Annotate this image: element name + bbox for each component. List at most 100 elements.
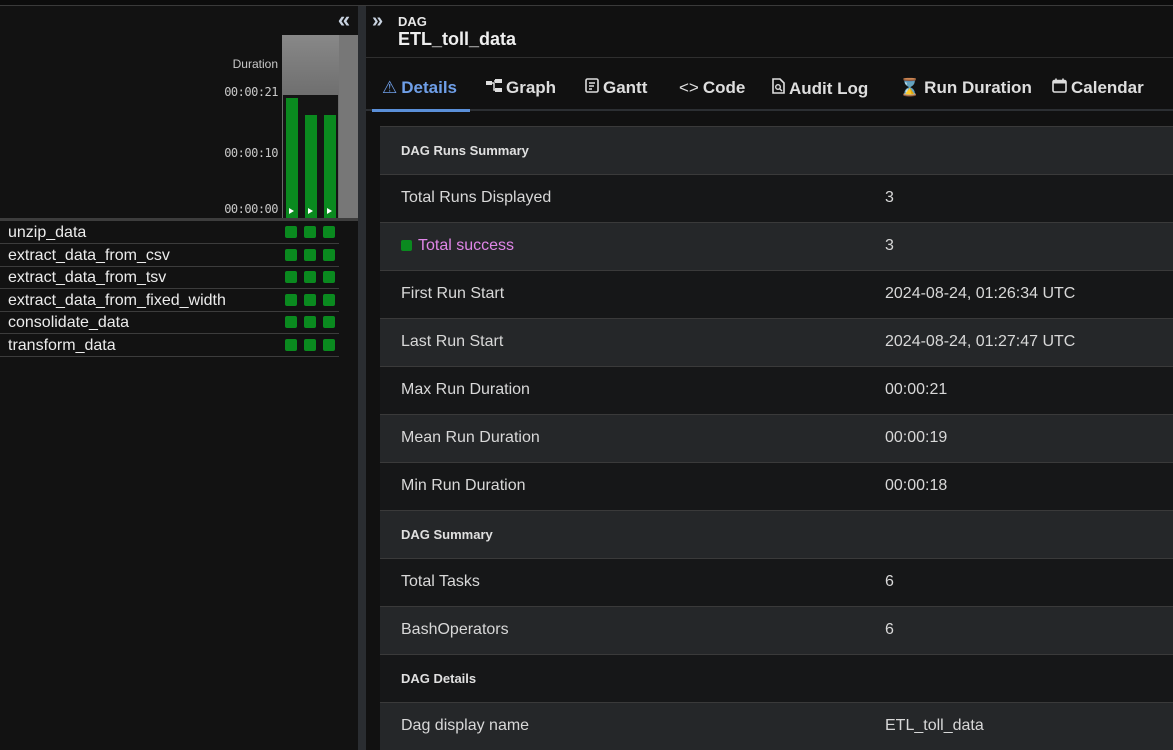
task-row[interactable]: extract_data_from_fixed_width bbox=[0, 290, 339, 312]
task-instance-status[interactable] bbox=[304, 271, 316, 283]
code-icon: <> bbox=[679, 78, 699, 97]
table-row: Last Run Start 2024-08-24, 01:27:47 UTC bbox=[380, 318, 1173, 366]
row-label: First Run Start bbox=[401, 285, 505, 302]
duration-chart bbox=[282, 35, 358, 218]
section-header-dag-summary: DAG Summary bbox=[380, 510, 1173, 558]
details-panel: » DAG ETL_toll_data ⚠ Details Graph Gantt… bbox=[366, 6, 1173, 750]
task-instance-status[interactable] bbox=[304, 249, 316, 261]
task-instance-status[interactable] bbox=[323, 339, 335, 351]
task-instance-status[interactable] bbox=[285, 339, 297, 351]
row-label: Mean Run Duration bbox=[401, 429, 540, 446]
task-name[interactable]: extract_data_from_tsv bbox=[8, 269, 166, 287]
row-value: 2024-08-24, 01:26:34 UTC bbox=[885, 285, 1076, 302]
table-row: BashOperators 6 bbox=[380, 606, 1173, 654]
task-name[interactable]: consolidate_data bbox=[8, 314, 129, 332]
task-name[interactable]: extract_data_from_csv bbox=[8, 247, 170, 265]
row-value: 6 bbox=[885, 573, 894, 590]
duration-tick-max: 00:00:21 bbox=[224, 85, 278, 99]
tab-code[interactable]: <> Code bbox=[679, 78, 745, 98]
row-value: 6 bbox=[885, 621, 894, 638]
row-value: 00:00:19 bbox=[885, 429, 948, 446]
play-icon bbox=[308, 208, 313, 214]
task-instance-status[interactable] bbox=[304, 316, 316, 328]
tab-graph-label: Graph bbox=[506, 78, 557, 97]
task-row[interactable]: extract_data_from_csv bbox=[0, 245, 339, 267]
expand-details-icon[interactable]: » bbox=[372, 10, 383, 33]
table-row: Max Run Duration 00:00:21 bbox=[380, 366, 1173, 414]
section-title: DAG Runs Summary bbox=[401, 143, 529, 158]
run-duration-bar[interactable] bbox=[324, 115, 336, 218]
task-row[interactable]: transform_data bbox=[0, 335, 339, 357]
task-instance-status[interactable] bbox=[285, 294, 297, 306]
play-icon bbox=[327, 208, 332, 214]
dag-title[interactable]: ETL_toll_data bbox=[398, 29, 516, 50]
gantt-icon bbox=[585, 78, 599, 98]
row-label: Max Run Duration bbox=[401, 381, 530, 398]
task-instance-status[interactable] bbox=[323, 226, 335, 238]
grid-panel: « Duration 00:00:21 00:00:10 00:00:00 un… bbox=[0, 6, 358, 750]
tab-graph[interactable]: Graph bbox=[486, 78, 556, 98]
panel-resizer[interactable] bbox=[358, 6, 366, 750]
task-instance-status[interactable] bbox=[323, 249, 335, 261]
row-value: 00:00:18 bbox=[885, 477, 948, 494]
hourglass-icon: ⌛ bbox=[899, 78, 921, 97]
task-instance-status[interactable] bbox=[285, 316, 297, 328]
section-header-dag-details: DAG Details bbox=[380, 654, 1173, 702]
table-row: Min Run Duration 00:00:18 bbox=[380, 462, 1173, 510]
task-instance-status[interactable] bbox=[285, 271, 297, 283]
run-duration-bar[interactable] bbox=[305, 115, 317, 218]
warning-triangle-icon: ⚠ bbox=[382, 78, 398, 97]
task-row[interactable]: unzip_data bbox=[0, 222, 339, 244]
collapse-grid-icon[interactable]: « bbox=[333, 9, 355, 32]
task-instance-status[interactable] bbox=[285, 249, 297, 261]
dag-label: DAG bbox=[398, 14, 427, 29]
tab-code-label: Code bbox=[702, 78, 746, 97]
task-instance-status[interactable] bbox=[304, 339, 316, 351]
play-icon bbox=[289, 208, 294, 214]
graph-icon bbox=[486, 78, 502, 98]
task-name[interactable]: transform_data bbox=[8, 337, 116, 355]
task-instance-status[interactable] bbox=[285, 226, 297, 238]
table-row: Mean Run Duration 00:00:19 bbox=[380, 414, 1173, 462]
row-value: 3 bbox=[885, 237, 894, 254]
task-instance-status[interactable] bbox=[323, 271, 335, 283]
tab-gantt[interactable]: Gantt bbox=[585, 78, 647, 98]
task-instance-status[interactable] bbox=[304, 226, 316, 238]
tab-calendar[interactable]: Calendar bbox=[1052, 78, 1144, 98]
run-duration-bar[interactable] bbox=[286, 98, 298, 218]
row-value: ETL_toll_data bbox=[885, 717, 984, 734]
row-label: Min Run Duration bbox=[401, 477, 526, 494]
task-row[interactable]: extract_data_from_tsv bbox=[0, 267, 339, 289]
tab-calendar-label: Calendar bbox=[1071, 78, 1144, 97]
total-success-link[interactable]: Total success bbox=[401, 237, 514, 255]
row-label: Total success bbox=[418, 237, 515, 254]
tab-audit-log-label: Audit Log bbox=[789, 79, 869, 98]
section-header-runs-summary: DAG Runs Summary bbox=[380, 126, 1173, 174]
task-instance-status[interactable] bbox=[323, 294, 335, 306]
task-name[interactable]: unzip_data bbox=[8, 224, 86, 242]
table-row: Total Runs Displayed 3 bbox=[380, 174, 1173, 222]
row-value: 2024-08-24, 01:27:47 UTC bbox=[885, 333, 1076, 350]
row-label: Total Runs Displayed bbox=[401, 189, 552, 206]
table-row: First Run Start 2024-08-24, 01:26:34 UTC bbox=[380, 270, 1173, 318]
row-label: Last Run Start bbox=[401, 333, 504, 350]
tab-bar: ⚠ Details Graph Gantt <> Code Audit Log ⌛ R… bbox=[366, 58, 1173, 111]
table-row: Total success 3 bbox=[380, 222, 1173, 270]
row-label: Total Tasks bbox=[401, 573, 480, 590]
tab-audit-log[interactable]: Audit Log bbox=[772, 78, 868, 99]
row-value: 00:00:21 bbox=[885, 381, 948, 398]
section-title: DAG Summary bbox=[401, 527, 493, 542]
grid-separator bbox=[0, 218, 358, 221]
details-table: DAG Runs Summary Total Runs Displayed 3 … bbox=[380, 126, 1173, 750]
duration-label: Duration bbox=[232, 57, 278, 71]
tab-run-duration[interactable]: ⌛ Run Duration bbox=[899, 78, 1032, 98]
task-instance-status[interactable] bbox=[304, 294, 316, 306]
row-label: Dag display name bbox=[401, 717, 530, 734]
task-row[interactable]: consolidate_data bbox=[0, 312, 339, 334]
active-tab-indicator bbox=[372, 109, 470, 112]
tab-details[interactable]: ⚠ Details bbox=[382, 78, 457, 98]
document-search-icon bbox=[772, 78, 785, 99]
success-status-icon bbox=[401, 240, 412, 251]
task-instance-status[interactable] bbox=[323, 316, 335, 328]
task-name[interactable]: extract_data_from_fixed_width bbox=[8, 292, 226, 310]
